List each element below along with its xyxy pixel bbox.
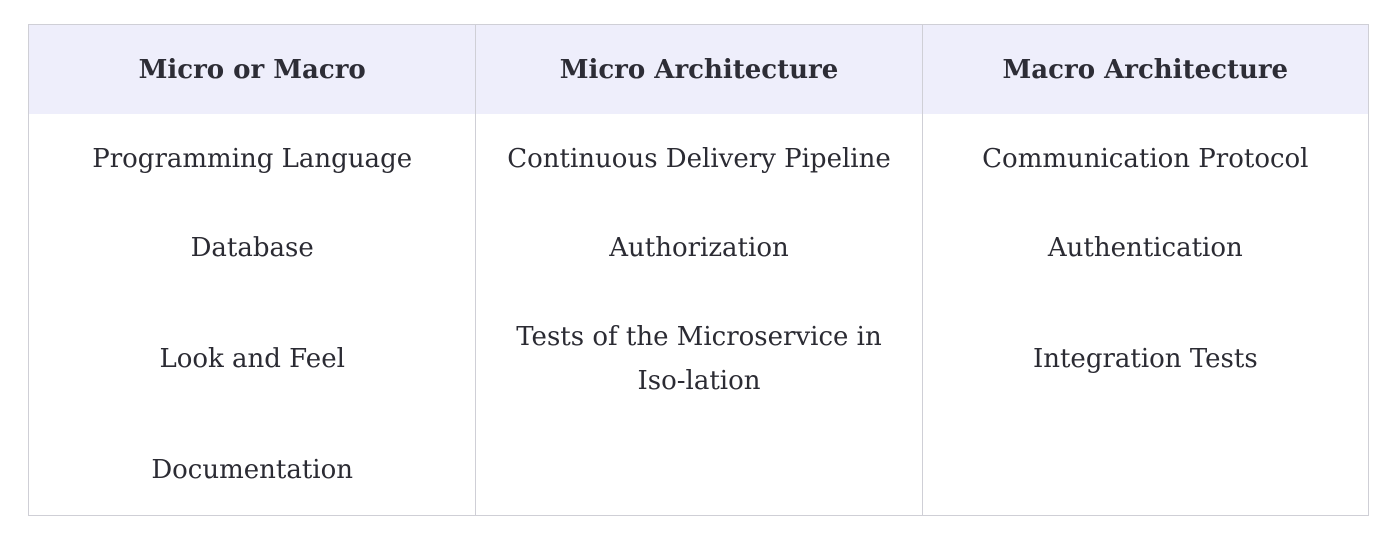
table-cell: Tests of the Microservice in Iso-lation: [516, 322, 882, 396]
table-cell: Communication Protocol: [982, 144, 1309, 174]
table-cell: Continuous Delivery Pipeline: [507, 144, 891, 174]
comparison-table: Micro or Macro Programming Language Data…: [28, 24, 1369, 516]
column-header: Micro Architecture: [476, 25, 922, 114]
table-column: Micro Architecture Continuous Delivery P…: [475, 25, 922, 515]
table-cell: Look and Feel: [159, 344, 345, 374]
table-cell: Database: [190, 233, 314, 263]
table-cell: Documentation: [151, 455, 354, 485]
table-cell: Integration Tests: [1032, 344, 1258, 374]
table-cell: Programming Language: [92, 144, 413, 174]
table-cell: Authentication: [1047, 233, 1243, 263]
table-column: Micro or Macro Programming Language Data…: [29, 25, 476, 515]
column-header: Macro Architecture: [922, 25, 1368, 114]
table-column: Macro Architecture Communication Protoco…: [921, 25, 1368, 515]
column-header: Micro or Macro: [29, 25, 476, 114]
table-cell: Authorization: [609, 233, 789, 263]
